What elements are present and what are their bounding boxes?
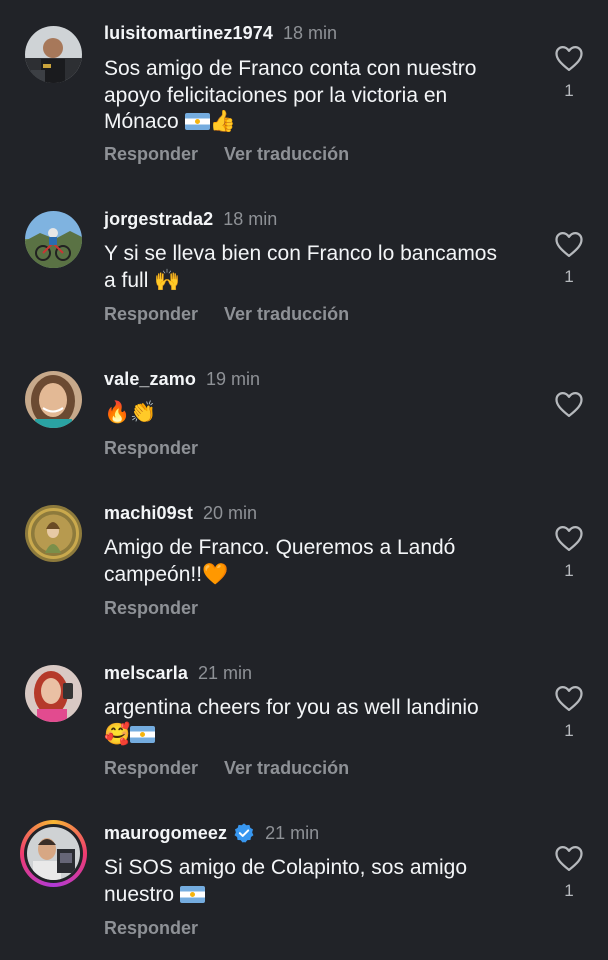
reply-button[interactable]: Responder [104,918,198,939]
comment-text: 🔥👏 [104,401,157,424]
timestamp: 21 min [197,662,252,683]
reply-button[interactable]: Responder [104,144,198,165]
heart-outline-icon[interactable] [554,844,584,872]
reply-button[interactable]: Responder [104,438,198,459]
username[interactable]: vale_zamo [104,369,196,390]
avatar[interactable] [25,371,82,428]
timestamp: 18 min [282,22,337,43]
avatar[interactable] [25,26,82,83]
comment-text-block: argentina cheers for you as well landini… [104,695,544,748]
translate-button[interactable]: Ver traducción [224,758,349,779]
comment-header: machi09st 20 min [104,501,257,525]
verified-badge-icon [233,822,255,844]
reply-button[interactable]: Responder [104,598,198,619]
avatar[interactable] [25,211,82,268]
reply-button[interactable]: Responder [104,304,198,325]
like-count: 1 [564,81,574,100]
comment-actions: Responder Ver traducción [104,302,349,326]
comment-actions: Responder Ver traducción [104,142,349,166]
comment-actions: Responder [104,436,198,460]
avatar[interactable] [25,665,82,722]
avatar-photo [25,505,82,562]
timestamp: 21 min [265,822,320,843]
comment-emoji: 🙌 [154,268,181,292]
comment-text: Sos amigo de Franco conta con nuestro ap… [104,57,477,133]
username[interactable]: melscarla [104,663,188,684]
argentina-flag-icon [184,113,210,130]
like-count: 1 [564,267,574,286]
heart-outline-icon[interactable] [554,684,584,712]
comment-emoji: 👍 [209,110,236,133]
comment-text-block: Sos amigo de Franco conta con nuestro ap… [104,56,544,136]
heart-outline-icon[interactable] [554,524,584,552]
heart-outline-icon[interactable] [554,44,584,72]
comment-actions: Responder [104,596,198,620]
reply-button[interactable]: Responder [104,758,198,779]
argentina-flag-icon [130,725,156,743]
avatar[interactable] [25,505,82,562]
comment-text: Si SOS amigo de Colapinto, sos amigo nue… [104,856,468,906]
comment-text: argentina cheers for you as well landini… [104,696,479,746]
timestamp: 18 min [223,208,278,229]
heart-outline-icon[interactable] [554,230,584,258]
avatar-with-story-ring[interactable] [20,820,87,887]
avatar-photo [25,211,82,268]
like-count: 1 [564,881,574,900]
username[interactable]: luisitomartinez1974 [104,23,273,44]
avatar-photo [25,371,82,428]
username[interactable]: jorgestrada2 [104,209,213,230]
avatar-photo [27,827,80,880]
comment-header: vale_zamo 19 min [104,367,260,391]
comment-actions: Responder [104,916,198,940]
comment-actions: Responder Ver traducción [104,756,349,780]
comment-text: Amigo de Franco. Queremos a Landó campeó… [104,536,456,586]
translate-button[interactable]: Ver traducción [224,304,349,325]
avatar-photo [25,26,82,83]
avatar-photo [25,665,82,722]
comment-header: melscarla 21 min [104,661,252,685]
translate-button[interactable]: Ver traducción [224,144,349,165]
heart-outline-icon[interactable] [554,390,584,418]
comment-header: jorgestrada2 18 min [104,207,277,231]
comment-header: maurogomeez 21 min [104,821,319,845]
like-count: 1 [564,721,574,740]
comment-text-block: Y si se lleva bien con Franco lo bancamo… [104,241,544,294]
comment-text-block: Si SOS amigo de Colapinto, sos amigo nue… [104,855,544,908]
username[interactable]: maurogomeez [104,823,227,844]
like-count: 1 [564,561,574,580]
username[interactable]: machi09st [104,503,193,524]
argentina-flag-icon [179,885,205,903]
timestamp: 20 min [202,502,257,523]
timestamp: 19 min [205,368,260,389]
comment-header: luisitomartinez1974 18 min [104,21,337,45]
